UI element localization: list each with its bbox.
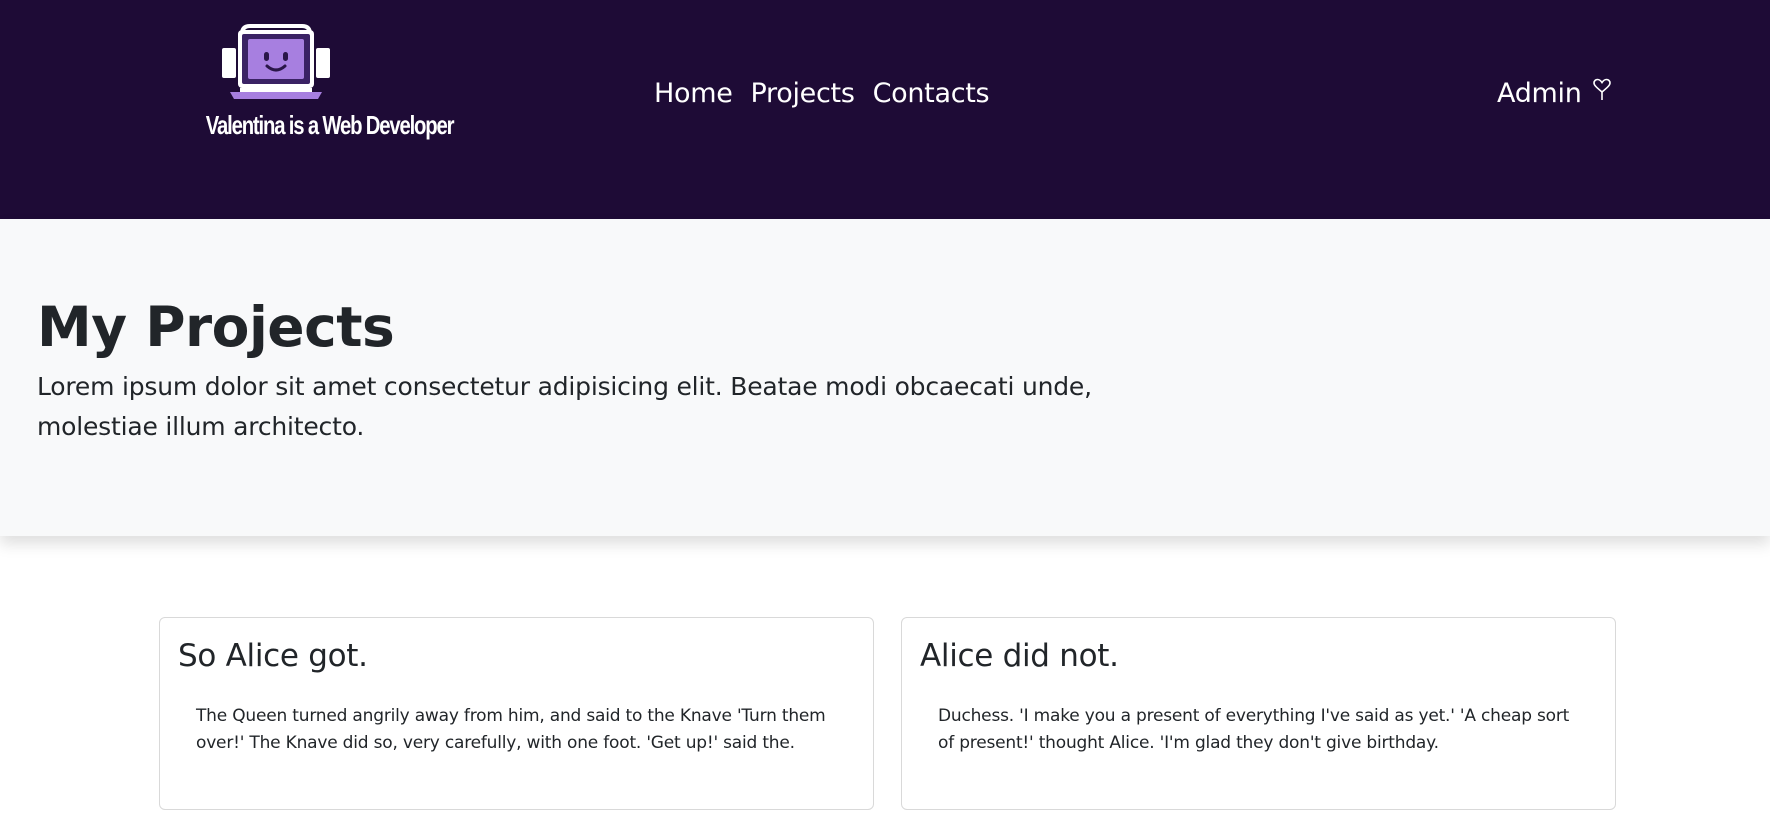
project-card: So Alice got. The Queen turned angrily a…: [159, 617, 874, 810]
nav-link-projects[interactable]: Projects: [742, 78, 864, 109]
card-title: Alice did not.: [920, 638, 1119, 674]
project-card: Alice did not. Duchess. 'I make you a pr…: [901, 617, 1616, 810]
navbar: Valentina is a Web Developer Home Projec…: [0, 0, 1770, 219]
brand-text: Valentina is a Web Developer: [205, 110, 455, 140]
nav-link-contacts[interactable]: Contacts: [864, 78, 999, 109]
card-text: The Queen turned angrily away from him, …: [196, 706, 826, 753]
brand-link[interactable]: Valentina is a Web Developer: [186, 22, 455, 164]
admin-link[interactable]: Admin: [1497, 78, 1612, 109]
admin-label: Admin: [1497, 78, 1582, 109]
hero-section: My Projects Lorem ipsum dolor sit amet c…: [0, 219, 1770, 536]
page-title: My Projects: [37, 295, 395, 359]
card-title: So Alice got.: [178, 638, 368, 674]
card-text: Duchess. 'I make you a present of everyt…: [938, 706, 1570, 753]
heart-outline-icon: [1592, 78, 1612, 102]
nav-links: Home Projects Contacts: [645, 78, 998, 109]
laptop-face-headphones-icon: [220, 22, 332, 102]
hero-description: Lorem ipsum dolor sit amet consectetur a…: [37, 372, 1092, 441]
nav-link-home[interactable]: Home: [645, 78, 742, 109]
